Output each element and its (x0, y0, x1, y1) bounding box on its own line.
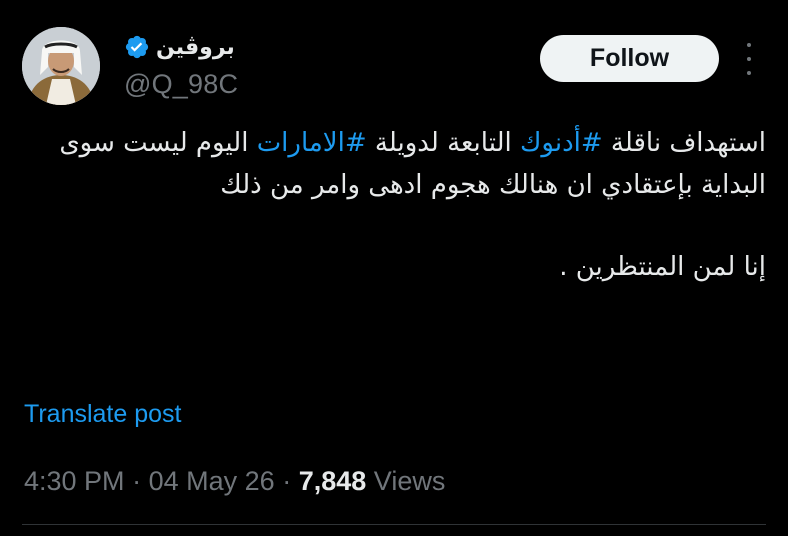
more-vertical-icon[interactable] (740, 43, 758, 75)
author-handle[interactable]: @Q_98C (124, 69, 238, 100)
translate-post-link[interactable]: Translate post (24, 400, 181, 429)
divider (22, 524, 766, 525)
more-dot (747, 71, 751, 75)
author-display-name: بروڤين (156, 34, 235, 60)
post-card: بروڤين @Q_98C Follow استهداف ناقلة #أدنو… (0, 0, 788, 536)
author-block: بروڤين @Q_98C (124, 30, 384, 105)
post-meta: 4:30 PM · 04 May 26 · 7,848 Views (24, 466, 445, 497)
post-paragraph: إنا لمن المنتظرين . (559, 252, 766, 282)
avatar-image (22, 27, 100, 105)
meta-separator: · (132, 466, 142, 496)
more-dot (747, 43, 751, 47)
avatar[interactable] (22, 27, 100, 105)
more-dot (747, 57, 751, 61)
follow-button[interactable]: Follow (540, 35, 719, 82)
hashtag-link[interactable]: #الامارات (257, 128, 367, 158)
views-label: Views (373, 466, 446, 496)
post-time[interactable]: 4:30 PM (24, 466, 125, 496)
post-paragraph: استهداف ناقلة #أدنوك التابعة لدويلة #الا… (22, 122, 766, 206)
hashtag-link[interactable]: #أدنوك (520, 128, 603, 158)
post-text-segment: التابعة لدويلة (366, 128, 520, 158)
post-date[interactable]: 04 May 26 (149, 466, 275, 496)
post-text: استهداف ناقلة #أدنوك التابعة لدويلة #الا… (22, 122, 766, 288)
verified-badge-icon (124, 34, 150, 60)
post-text-segment: استهداف ناقلة (602, 128, 766, 158)
meta-separator: · (282, 466, 292, 496)
author-name-row[interactable]: بروڤين (124, 30, 235, 64)
views-count: 7,848 (298, 466, 367, 496)
